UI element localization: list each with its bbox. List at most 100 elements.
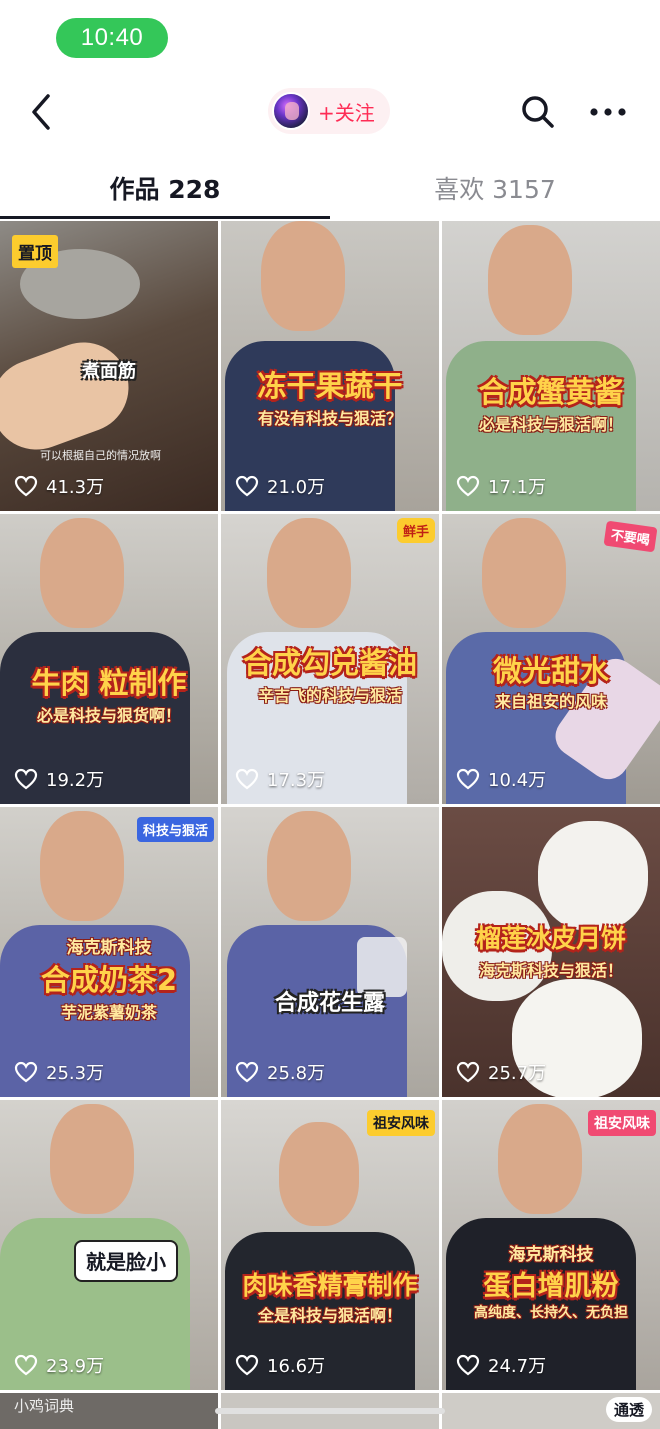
person-head: [267, 518, 351, 628]
corner-badge: 祖安风味: [367, 1110, 435, 1136]
video-tile[interactable]: 合成蟹黄酱 必是科技与狠活啊！ 17.1万: [442, 221, 660, 511]
pinned-badge: 置顶: [12, 235, 58, 268]
video-caption: 合成奶茶2: [40, 963, 178, 997]
person-head: [267, 811, 351, 921]
video-caption: 就是脸小: [86, 1250, 166, 1274]
profile-tabs: 作品 228 喜欢 3157: [0, 160, 660, 220]
video-caption: 合成花生露: [274, 991, 385, 1016]
like-count-text: 19.2万: [46, 770, 105, 791]
heart-outline-icon: [456, 768, 480, 790]
like-count: 19.2万: [14, 766, 104, 792]
corner-badge: 鲜手: [396, 518, 435, 543]
video-tile[interactable]: 鲜手 合成勾兑酱油 辛吉飞的科技与狠活 17.3万: [221, 514, 439, 804]
video-tile[interactable]: 牛肉 粒制作 必是科技与狠货啊！ 19.2万: [0, 514, 218, 804]
person-head: [40, 518, 124, 628]
like-count: 25.8万: [235, 1059, 325, 1085]
video-tile[interactable]: 榴莲冰皮月饼 海克斯科技与狠活！ 25.7万: [442, 807, 660, 1097]
video-tile[interactable]: 科技与狠活 海克斯科技 合成奶茶2 芋泥紫薯奶茶 25.3万: [0, 807, 218, 1097]
like-count: 24.7万: [456, 1352, 546, 1378]
video-caption: 牛肉 粒制作: [31, 666, 187, 700]
like-count-text: 10.4万: [488, 770, 547, 791]
video-tile[interactable]: 合成花生露 25.8万: [221, 807, 439, 1097]
tab-likes[interactable]: 喜欢 3157: [330, 160, 660, 216]
watermark-text: 小鸡词典: [14, 1397, 75, 1415]
like-count-text: 17.1万: [488, 477, 547, 498]
more-dots-icon: [590, 108, 626, 116]
tab-works[interactable]: 作品 228: [0, 160, 330, 216]
person-head: [279, 1122, 359, 1226]
heart-outline-icon: [456, 1061, 480, 1083]
video-tile[interactable]: 祖安风味 海克斯科技 蛋白增肌粉 高纯度、长持久、无负担 24.7万: [442, 1100, 660, 1390]
video-subcaption: 高纯度、长持久、无负担: [474, 1305, 628, 1321]
video-tile[interactable]: 祖安风味 肉味香精膏制作 全是科技与狠活啊！ 16.6万: [221, 1100, 439, 1390]
heart-outline-icon: [14, 1061, 38, 1083]
video-tile[interactable]: 不要喝 微光甜水 来自祖安的风味 10.4万: [442, 514, 660, 804]
like-count: 25.7万: [456, 1059, 546, 1085]
more-button[interactable]: [588, 96, 628, 128]
person-head: [40, 811, 124, 921]
video-caption: 榴莲冰皮月饼: [475, 924, 626, 953]
corner-badge: 祖安风味: [588, 1110, 656, 1136]
heart-outline-icon: [456, 475, 480, 497]
search-icon: [522, 96, 554, 128]
heart-outline-icon: [456, 1354, 480, 1376]
video-tile[interactable]: 置顶 煮面筋 可以根据自己的情况放啊 41.3万: [0, 221, 218, 511]
video-tile[interactable]: 小鸡词典: [0, 1393, 218, 1429]
like-count: 17.3万: [235, 766, 325, 792]
like-count: 16.6万: [235, 1352, 325, 1378]
heart-outline-icon: [14, 768, 38, 790]
person-head: [50, 1104, 134, 1214]
video-subcaption: 可以根据自己的情况放啊: [40, 449, 161, 462]
like-count-text: 41.3万: [46, 477, 105, 498]
chevron-left-icon: [32, 94, 50, 130]
avatar[interactable]: [272, 92, 310, 130]
video-tile[interactable]: 就是脸小 23.9万: [0, 1100, 218, 1390]
person-head: [488, 225, 572, 335]
video-caption: 合成勾兑酱油: [242, 646, 417, 680]
home-indicator: [215, 1408, 445, 1414]
video-caption: 合成蟹黄酱: [478, 375, 624, 409]
video-topcaption: 海克斯科技: [66, 938, 152, 958]
like-count-text: 23.9万: [46, 1356, 105, 1377]
like-count-text: 25.7万: [488, 1063, 547, 1084]
heart-outline-icon: [14, 475, 38, 497]
video-subcaption: 海克斯科技与狠活！: [478, 961, 623, 980]
like-count: 23.9万: [14, 1352, 104, 1378]
back-button[interactable]: [22, 90, 62, 134]
like-count-text: 25.8万: [267, 1063, 326, 1084]
like-count: 17.1万: [456, 473, 546, 499]
corner-badge: 通透: [605, 1397, 652, 1422]
person-head: [261, 221, 345, 331]
follow-label: +关注: [318, 100, 375, 125]
like-count-text: 16.6万: [267, 1356, 326, 1377]
like-count: 25.3万: [14, 1059, 104, 1085]
video-subcaption: 必是科技与狠活啊！: [478, 415, 623, 434]
time-pill: 10:40: [56, 18, 168, 58]
follow-button[interactable]: +关注: [268, 88, 390, 134]
video-grid: 置顶 煮面筋 可以根据自己的情况放啊 41.3万 冻干果蔬干 有没有科技与狠活？…: [0, 221, 660, 1429]
video-tile[interactable]: 冻干果蔬干 有没有科技与狠活？ 21.0万: [221, 221, 439, 511]
video-caption: 煮面筋: [82, 361, 136, 382]
like-count: 41.3万: [14, 473, 104, 499]
video-subcaption: 必是科技与狠货啊！: [36, 706, 181, 725]
like-count-text: 21.0万: [267, 477, 326, 498]
heart-outline-icon: [14, 1354, 38, 1376]
mooncake: [538, 821, 648, 931]
heart-outline-icon: [235, 475, 259, 497]
person-head: [482, 518, 566, 628]
video-subcaption: 全是科技与狠活啊！: [257, 1306, 402, 1325]
like-count-text: 25.3万: [46, 1063, 105, 1084]
like-count: 10.4万: [456, 766, 546, 792]
video-caption: 蛋白增肌粉: [483, 1271, 619, 1302]
video-topcaption: 海克斯科技: [508, 1245, 594, 1265]
nav-bar: +关注: [0, 80, 660, 144]
search-button[interactable]: [518, 92, 558, 132]
video-subcaption: 来自祖安的风味: [494, 692, 607, 711]
video-caption: 冻干果蔬干: [257, 369, 403, 403]
video-tile[interactable]: 通透: [442, 1393, 660, 1429]
status-bar: 10:40: [0, 0, 660, 78]
video-subcaption: 辛吉飞的科技与狠活: [257, 686, 402, 705]
like-count-text: 17.3万: [267, 770, 326, 791]
video-caption: 微光甜水: [492, 654, 609, 688]
heart-outline-icon: [235, 1354, 259, 1376]
